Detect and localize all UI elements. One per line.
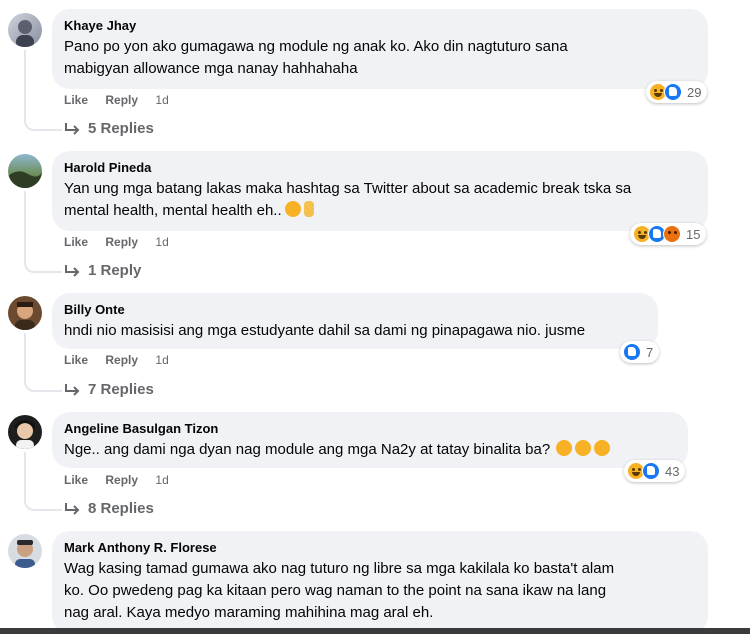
comment-author[interactable]: Billy Onte (64, 301, 646, 318)
like-icon (623, 343, 641, 361)
comment-author[interactable]: Harold Pineda (64, 159, 696, 176)
comment-author[interactable]: Mark Anthony R. Florese (64, 539, 696, 556)
comment-timestamp[interactable]: 1d (155, 473, 168, 487)
comment-bubble: Khaye Jhay Pano po yon ako gumagawa ng m… (52, 9, 708, 89)
like-button[interactable]: Like (64, 353, 88, 367)
comment-text: hndi nio masisisi ang mga estudyante dah… (64, 322, 586, 339)
comment-bubble: Mark Anthony R. Florese Wag kasing tamad… (52, 531, 708, 634)
comment-text: Pano po yon ako gumagawa ng module ng an… (64, 38, 568, 77)
rofl-emoji-icon (284, 201, 301, 217)
angry-icon (663, 225, 681, 243)
reply-button[interactable]: Reply (105, 235, 138, 249)
comment-timestamp[interactable]: 1d (155, 235, 168, 249)
avatar[interactable] (8, 415, 42, 449)
reply-arrow-icon (65, 383, 80, 396)
like-button[interactable]: Like (64, 235, 88, 249)
view-replies-link[interactable]: 7 Replies (64, 381, 154, 398)
like-icon (664, 83, 682, 101)
reaction-count: 29 (687, 84, 702, 100)
comment-actions: Like Reply 1d (64, 473, 183, 487)
comment-author[interactable]: Angeline Basulgan Tizon (64, 420, 676, 437)
comment-text: Wag kasing tamad gumawa ako nag tuturo n… (64, 560, 615, 621)
avatar[interactable] (8, 534, 42, 568)
avatar[interactable] (8, 13, 42, 47)
reply-button[interactable]: Reply (105, 473, 138, 487)
comment-author[interactable]: Khaye Jhay (64, 17, 696, 34)
avatar[interactable] (8, 296, 42, 330)
reaction-count: 7 (646, 344, 654, 360)
reply-arrow-icon (65, 122, 80, 135)
thinking-emoji-icon (575, 440, 592, 456)
comment-timestamp[interactable]: 1d (155, 353, 168, 367)
replies-count: 1 Reply (88, 262, 142, 279)
replies-count: 7 Replies (88, 381, 154, 398)
reply-arrow-icon (65, 264, 80, 277)
comment-text: Yan ung mga batang lakas maka hashtag sa… (64, 178, 696, 222)
comment-bubble: Harold Pineda Yan ung mga batang lakas m… (52, 151, 708, 231)
reaction-summary[interactable]: 7 (620, 341, 660, 363)
like-button[interactable]: Like (64, 93, 88, 107)
thinking-emoji-icon (594, 440, 611, 456)
replies-count: 5 Replies (88, 120, 154, 137)
window-bottom-edge (0, 628, 750, 634)
comment-bubble: Billy Onte hndi nio masisisi ang mga est… (52, 293, 658, 349)
victory-hand-icon (303, 201, 314, 217)
comment-text-body: Nge.. ang dami nga dyan nag module ang m… (64, 441, 551, 458)
view-replies-link[interactable]: 5 Replies (64, 120, 154, 137)
comment-actions: Like Reply 1d (64, 235, 183, 249)
like-button[interactable]: Like (64, 473, 88, 487)
reply-button[interactable]: Reply (105, 93, 138, 107)
comment-actions: Like Reply 1d (64, 353, 183, 367)
comment-text-body: Yan ung mga batang lakas maka hashtag sa… (64, 180, 632, 219)
comment-bubble: Angeline Basulgan Tizon Nge.. ang dami n… (52, 412, 688, 468)
reply-arrow-icon (65, 502, 80, 515)
view-replies-link[interactable]: 8 Replies (64, 500, 154, 517)
avatar[interactable] (8, 154, 42, 188)
view-replies-link[interactable]: 1 Reply (64, 262, 141, 279)
reaction-count: 43 (665, 463, 680, 479)
reaction-count: 15 (686, 226, 701, 242)
comment-actions: Like Reply 1d (64, 93, 183, 107)
reply-button[interactable]: Reply (105, 353, 138, 367)
reaction-summary[interactable]: 29 (646, 81, 708, 103)
reaction-summary[interactable]: 43 (624, 460, 686, 482)
like-icon (642, 462, 660, 480)
replies-count: 8 Replies (88, 500, 154, 517)
reaction-summary[interactable]: 15 (630, 223, 707, 245)
comment-text: Nge.. ang dami nga dyan nag module ang m… (64, 439, 676, 461)
comment-timestamp[interactable]: 1d (155, 93, 168, 107)
thinking-emoji-icon (556, 440, 573, 456)
